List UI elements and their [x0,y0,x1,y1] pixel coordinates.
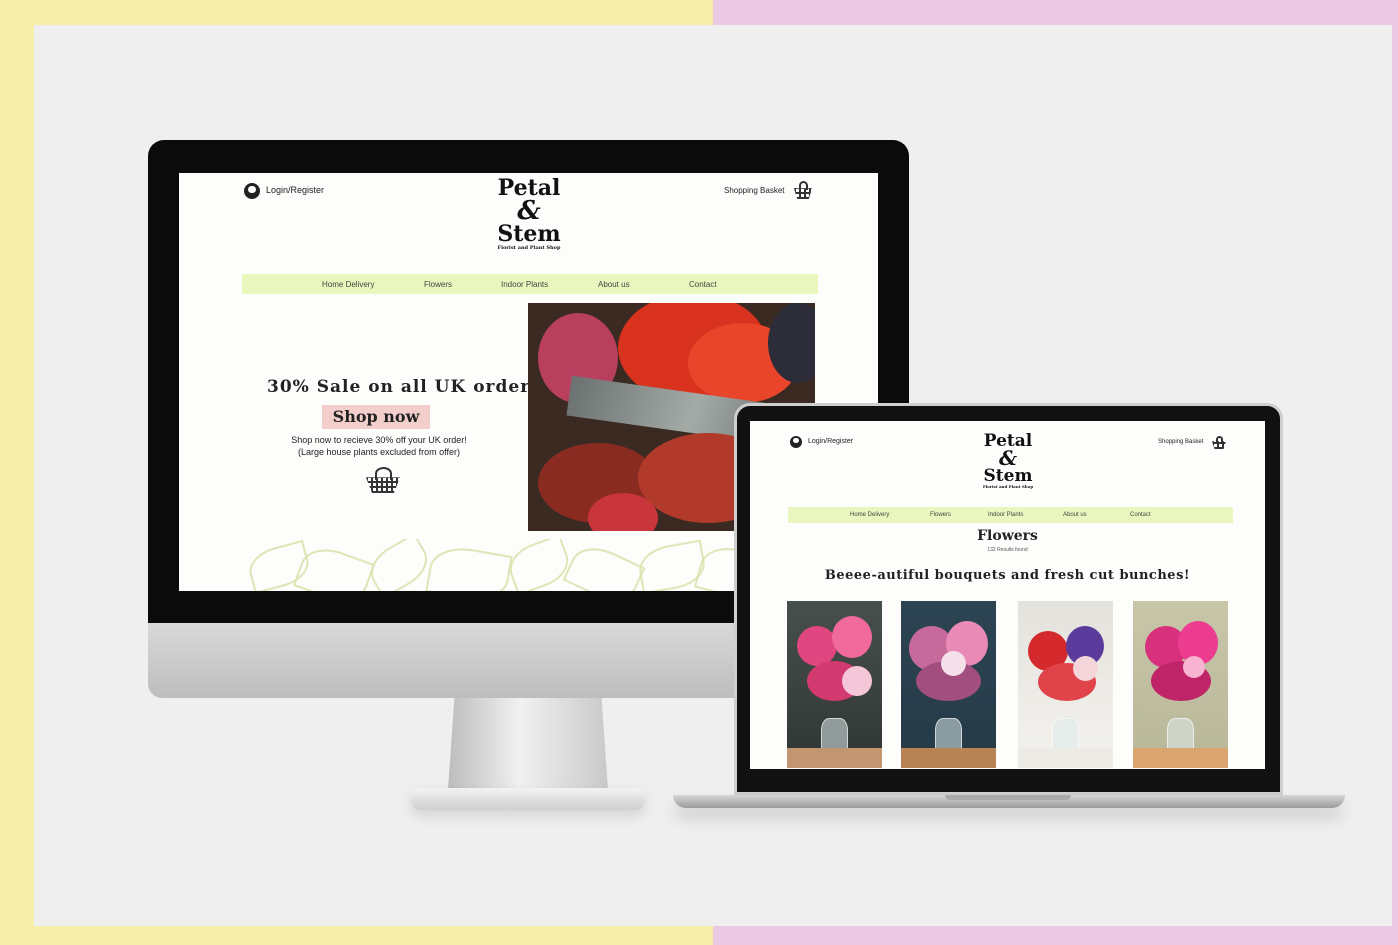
nav-about-us[interactable]: About us [598,280,630,289]
logo-word-stem: Stem [983,466,1033,487]
user-icon[interactable] [244,183,260,199]
hero-subtext-line2: (Large house plants excluded from offer) [298,447,460,457]
nav-flowers[interactable]: Flowers [424,280,452,289]
main-nav: Home Delivery Flowers Indoor Plants Abou… [242,274,818,294]
results-count: 132 Results found [987,547,1028,553]
nav-flowers[interactable]: Flowers [930,512,951,518]
login-register-link[interactable]: Login/Register [266,185,324,195]
laptop-website: Login/Register Petal & Stem Florist and … [750,421,1265,769]
shopping-basket-link[interactable]: Shopping Basket [1158,439,1203,445]
product-card-mixed-bouquet[interactable] [901,601,996,768]
imac-stand-neck [448,698,608,790]
product-card-red-blue-bouquet[interactable] [1018,601,1113,768]
user-icon[interactable] [790,436,802,448]
hero-subtext-line1: Shop now to recieve 30% off your UK orde… [291,435,467,445]
logo-word-stem: Stem [497,220,561,247]
logo-ampersand: & [517,195,541,226]
nav-contact[interactable]: Contact [689,280,717,289]
login-register-link[interactable]: Login/Register [808,438,853,445]
page-title: Flowers [977,528,1038,544]
laptop-hinge-notch [945,795,1071,800]
shopping-basket-link[interactable]: Shopping Basket [724,186,785,195]
site-logo[interactable]: Petal & Stem Florist and Plant Shop [968,432,1048,490]
hero-title: 30% Sale on all UK orders [267,377,541,397]
imac-stand-foot [412,788,644,810]
nav-about-us[interactable]: About us [1063,512,1087,518]
main-nav: Home Delivery Flowers Indoor Plants Abou… [788,507,1233,523]
hero-subtext: Shop now to recieve 30% off your UK orde… [277,434,481,458]
category-subtitle: Beeee-autiful bouquets and fresh cut bun… [824,568,1191,583]
nav-contact[interactable]: Contact [1130,512,1151,518]
basket-icon[interactable] [1212,436,1226,449]
product-card-pink-lily[interactable] [787,601,882,768]
hero-basket-icon[interactable] [366,467,400,493]
site-logo[interactable]: Petal & Stem Florist and Plant Shop [479,177,579,252]
nav-indoor-plants[interactable]: Indoor Plants [988,512,1023,518]
shop-now-button[interactable]: Shop now [322,405,430,429]
logo-tagline: Florist and Plant Shop [497,245,561,252]
nav-home-delivery[interactable]: Home Delivery [322,280,374,289]
logo-tagline: Florist and Plant Shop [982,484,1034,490]
nav-home-delivery[interactable]: Home Delivery [850,512,889,518]
basket-icon[interactable] [794,181,812,199]
product-card-pink-magenta-bouquet[interactable] [1133,601,1228,768]
nav-indoor-plants[interactable]: Indoor Plants [501,280,548,289]
